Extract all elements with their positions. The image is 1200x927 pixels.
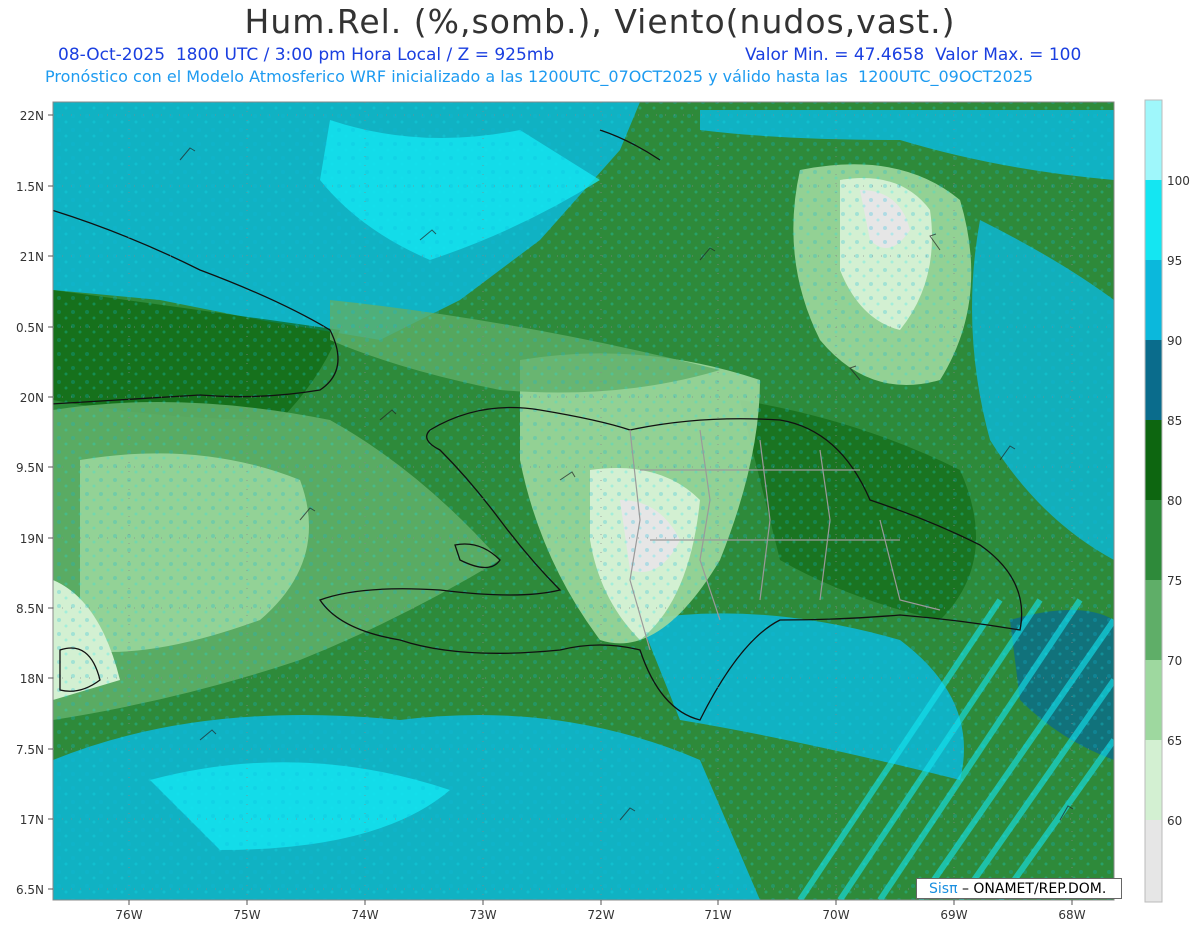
- colorbar-label: 60: [1167, 814, 1182, 828]
- weather-map: 22N 1.5N 21N 0.5N 20N 9.5N 19N 8.5N 18N …: [16, 99, 1190, 922]
- lon-label: 75W: [233, 908, 260, 922]
- colorbar-label: 75: [1167, 574, 1182, 588]
- date-line: 08-Oct-2025 1800 UTC / 3:00 pm Hora Loca…: [58, 45, 555, 65]
- lon-label: 73W: [469, 908, 496, 922]
- minmax-line: Valor Min. = 47.4658 Valor Max. = 100: [745, 45, 1082, 65]
- credit-box: Sisπ – ONAMET/REP.DOM.: [916, 878, 1122, 899]
- humidity-field: [53, 102, 1114, 900]
- colorbar-swatch: [1145, 100, 1162, 180]
- colorbar-swatch: [1145, 260, 1162, 340]
- lat-label: 6.5N: [16, 883, 44, 897]
- colorbar-swatch: [1145, 660, 1162, 740]
- model-line: Pronóstico con el Modelo Atmosferico WRF…: [45, 67, 1034, 86]
- lat-label: 7.5N: [16, 743, 44, 757]
- sispi-logo: Sisπ: [929, 881, 958, 897]
- map-title: Hum.Rel. (%,somb.), Viento(nudos,vast.): [244, 2, 956, 41]
- colorbar-label: 90: [1167, 334, 1182, 348]
- colorbar-swatch: [1145, 180, 1162, 260]
- colorbar-label: 65: [1167, 734, 1182, 748]
- colorbar: 100 95 90 85 80 75 70 65 60: [1144, 99, 1190, 903]
- lat-label: 9.5N: [16, 461, 44, 475]
- lon-label: 71W: [704, 908, 731, 922]
- credit-text: – ONAMET/REP.DOM.: [961, 881, 1107, 897]
- lat-label: 17N: [20, 813, 44, 827]
- colorbar-label: 95: [1167, 254, 1182, 268]
- lon-label: 72W: [587, 908, 614, 922]
- colorbar-label: 70: [1167, 654, 1182, 668]
- lat-label: 20N: [20, 391, 44, 405]
- colorbar-label: 80: [1167, 494, 1182, 508]
- lat-label: 0.5N: [16, 321, 44, 335]
- colorbar-label: 85: [1167, 414, 1182, 428]
- colorbar-swatch: [1145, 340, 1162, 420]
- colorbar-swatch: [1145, 820, 1162, 902]
- lat-label: 1.5N: [16, 180, 44, 194]
- colorbar-swatch: [1145, 580, 1162, 660]
- lat-label: 8.5N: [16, 602, 44, 616]
- lon-label: 70W: [822, 908, 849, 922]
- colorbar-swatch: [1145, 740, 1162, 820]
- colorbar-label: 100: [1167, 174, 1190, 188]
- lat-label: 18N: [20, 672, 44, 686]
- lat-label: 21N: [20, 250, 44, 264]
- lon-label: 74W: [351, 908, 378, 922]
- lon-label: 76W: [115, 908, 142, 922]
- colorbar-swatch: [1145, 500, 1162, 580]
- lat-label: 19N: [20, 532, 44, 546]
- lon-label: 68W: [1058, 908, 1085, 922]
- lat-label: 22N: [20, 109, 44, 123]
- lon-label: 69W: [940, 908, 967, 922]
- colorbar-swatch: [1145, 420, 1162, 500]
